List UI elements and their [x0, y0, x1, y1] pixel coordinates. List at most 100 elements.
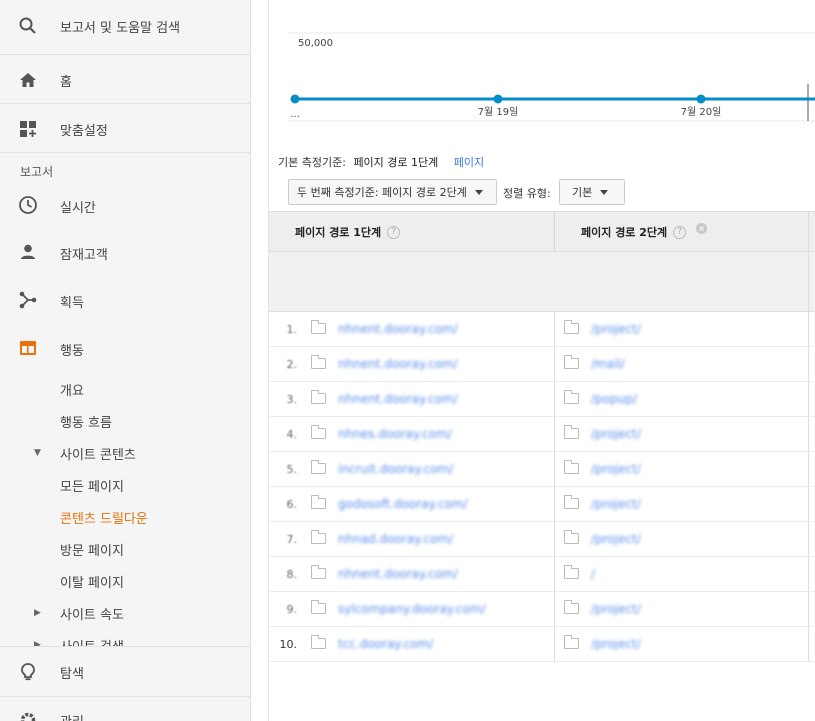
folder-icon[interactable] — [564, 460, 579, 474]
folder-icon[interactable] — [311, 460, 326, 474]
row-number: 4. — [286, 428, 298, 441]
path2-link[interactable]: /project/ — [591, 462, 641, 476]
close-icon[interactable]: × — [696, 222, 708, 234]
folder-icon[interactable] — [311, 355, 326, 369]
row-number: 1. — [286, 323, 298, 336]
column-header-path2[interactable]: 페이지 경로 2단계 ? × — [581, 212, 708, 252]
path1-link[interactable]: nhnes.dooray.com/ — [338, 427, 452, 441]
help-icon[interactable]: ? — [387, 225, 401, 239]
series-line — [295, 97, 815, 101]
row-number: 9. — [286, 603, 298, 616]
expand-right-icon[interactable]: ▶ — [34, 608, 41, 618]
sub-all-pages[interactable]: 모든 페이지 — [60, 476, 124, 495]
folder-icon[interactable] — [311, 320, 326, 334]
person-icon — [17, 241, 39, 263]
folder-icon[interactable] — [311, 600, 326, 614]
sub-behavior-flow[interactable]: 행동 흐름 — [60, 412, 112, 431]
nav-discover[interactable]: 탐색 — [0, 654, 250, 690]
table-row: 6. godosoft.dooray.com/ /project/ — [269, 487, 815, 522]
path2-link[interactable]: /project/ — [591, 602, 641, 616]
path2-link[interactable]: /project/ — [591, 532, 641, 546]
path2-link[interactable]: /project/ — [591, 427, 641, 441]
folder-icon[interactable] — [564, 320, 579, 334]
folder-icon[interactable] — [311, 530, 326, 544]
path1-link[interactable]: nhnad.dooray.com/ — [338, 532, 453, 546]
path1-link[interactable]: sylcompany.dooray.com/ — [338, 602, 486, 616]
folder-icon[interactable] — [311, 425, 326, 439]
sub-exit-pages[interactable]: 이탈 페이지 — [60, 572, 124, 591]
folder-icon[interactable] — [311, 390, 326, 404]
column-header-path1[interactable]: 페이지 경로 1단계 ? — [295, 212, 401, 252]
path1-link[interactable]: nhnent.dooray.com/ — [338, 357, 458, 371]
sub-overview[interactable]: 개요 — [60, 380, 84, 399]
folder-icon[interactable] — [564, 635, 579, 649]
column-divider — [554, 212, 555, 252]
table-row: 3. nhnent.dooray.com/ /popup/ — [269, 382, 815, 417]
realtime-label: 실시간 — [60, 201, 96, 216]
secondary-dimension-select[interactable]: 두 번째 측정기준: 페이지 경로 2단계 — [288, 179, 497, 205]
folder-icon[interactable] — [564, 425, 579, 439]
nav-realtime[interactable]: 실시간 — [0, 187, 250, 223]
path2-link[interactable]: /popup/ — [591, 392, 637, 406]
data-point[interactable] — [696, 94, 706, 104]
expand-down-icon[interactable]: ▼ — [34, 448, 41, 458]
nav-acquisition[interactable]: 획득 — [0, 282, 250, 318]
folder-icon[interactable] — [564, 495, 579, 509]
main-content: 50,000 ... 7월 19일 7월 20일 기본 측정기준: 페이지 경로… — [268, 0, 815, 721]
folder-icon[interactable] — [564, 355, 579, 369]
path2-link[interactable]: /project/ — [591, 322, 641, 336]
nav-behavior[interactable]: 행동 — [0, 330, 250, 366]
search-row[interactable]: 보고서 및 도움말 검색 — [0, 8, 250, 44]
primary-dimension-current: 페이지 경로 1단계 — [353, 156, 439, 169]
path2-link[interactable]: /project/ — [591, 637, 641, 651]
path1-link[interactable]: godosoft.dooray.com/ — [338, 497, 468, 511]
table-row: 8. nhnent.dooray.com/ / — [269, 557, 815, 592]
path2-link[interactable]: /project/ — [591, 497, 641, 511]
lightbulb-icon — [17, 661, 39, 683]
primary-dimension-row: 기본 측정기준: 페이지 경로 1단계 페이지 — [278, 154, 484, 170]
divider — [0, 54, 250, 55]
path1-link[interactable]: tcc.dooray.com/ — [338, 637, 433, 651]
path1-link[interactable]: nhnent.dooray.com/ — [338, 567, 458, 581]
sub-landing-pages[interactable]: 방문 페이지 — [60, 540, 124, 559]
folder-icon[interactable] — [564, 600, 579, 614]
path2-link[interactable]: /mail/ — [591, 357, 625, 371]
nav-admin[interactable]: 관리 — [0, 703, 250, 721]
folder-icon[interactable] — [311, 495, 326, 509]
search-icon — [17, 15, 39, 37]
sub-content-drilldown[interactable]: 콘텐츠 드릴다운 — [60, 508, 148, 527]
primary-dimension-link[interactable]: 페이지 — [454, 156, 484, 169]
row-number: 3. — [286, 393, 298, 406]
sub-site-content[interactable]: 사이트 콘텐츠 — [60, 444, 136, 463]
sort-type-label: 정렬 유형: — [503, 187, 551, 200]
summary-row — [269, 252, 815, 312]
nav-audience[interactable]: 잠재고객 — [0, 234, 250, 270]
table-row: 10. tcc.dooray.com/ /project/ — [269, 627, 815, 662]
data-point[interactable] — [493, 94, 503, 104]
table-header: 페이지 경로 1단계 ? 페이지 경로 2단계 ? × — [269, 211, 815, 252]
path1-link[interactable]: nhnent.dooray.com/ — [338, 392, 458, 406]
sidebar: 보고서 및 도움말 검색 홈 맞춤설정 보고서 실시간 잠재고객 획득 행동 개… — [0, 0, 251, 721]
nav-home[interactable]: 홈 — [0, 62, 250, 98]
primary-dimension-label: 기본 측정기준: — [278, 156, 346, 169]
path1-link[interactable]: incruit.dooray.com/ — [338, 462, 453, 476]
data-point[interactable] — [290, 94, 300, 104]
sidebar-bottom: 탐색 관리 — [0, 646, 250, 721]
y-tick-label: 50,000 — [298, 38, 333, 49]
x-tick-label: 7월 20일 — [681, 106, 722, 118]
folder-icon[interactable] — [311, 565, 326, 579]
folder-icon[interactable] — [311, 635, 326, 649]
sort-type-value: 기본 — [572, 186, 593, 199]
nav-customize[interactable]: 맞춤설정 — [0, 111, 250, 147]
table-row: 5. incruit.dooray.com/ /project/ — [269, 452, 815, 487]
sub-site-speed[interactable]: 사이트 속도 — [60, 604, 124, 623]
path2-link[interactable]: / — [591, 567, 595, 581]
folder-icon[interactable] — [564, 530, 579, 544]
path1-link[interactable]: nhnent.dooray.com/ — [338, 322, 458, 336]
sort-type-select[interactable]: 기본 — [559, 179, 625, 205]
column-header-label: 페이지 경로 1단계 — [295, 226, 382, 239]
help-icon[interactable]: ? — [673, 225, 687, 239]
folder-icon[interactable] — [564, 390, 579, 404]
row-number: 7. — [286, 533, 298, 546]
folder-icon[interactable] — [564, 565, 579, 579]
